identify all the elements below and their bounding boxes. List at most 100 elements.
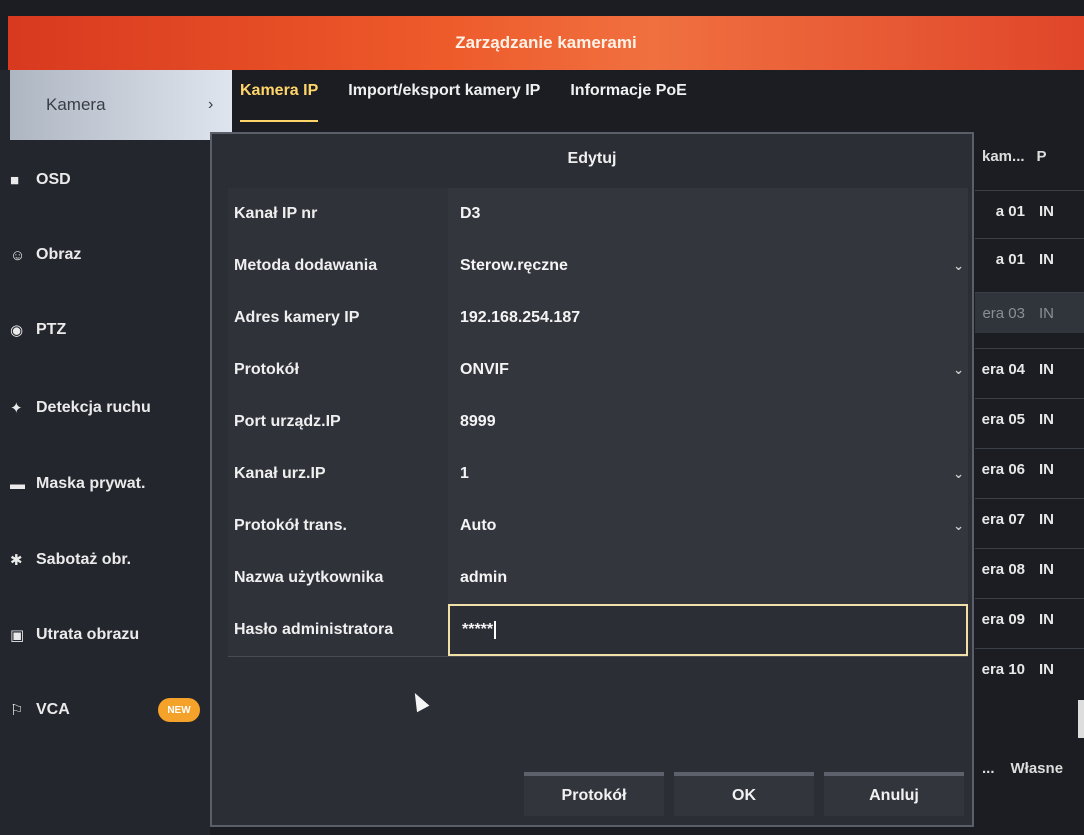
field-label: Hasło administratora <box>228 604 448 656</box>
field-row-device-channel: Kanał urz.IP 1 ⌄ <box>228 448 968 501</box>
port-input[interactable]: 8999 <box>448 396 968 448</box>
chevron-down-icon[interactable]: ⌄ <box>953 362 964 378</box>
protocol-button[interactable]: Protokół <box>524 772 664 816</box>
column-header-protocol: P <box>1036 148 1047 165</box>
dialog-buttons: Protokół OK Anuluj <box>524 772 964 816</box>
camera-row[interactable]: a 01 IN <box>975 190 1084 231</box>
field-row-channel: Kanał IP nr D3 <box>228 188 968 241</box>
camera-row[interactable]: era 09 IN <box>975 598 1084 639</box>
list-footer: ... Własne <box>982 760 1063 777</box>
sidebar-item-label: Kamera <box>46 95 106 114</box>
camera-name: era 08 <box>981 560 1025 578</box>
image-icon: ☺ <box>10 246 26 264</box>
ok-button[interactable]: OK <box>674 772 814 816</box>
field-row-transport-protocol: Protokół trans. Auto ⌄ <box>228 500 968 553</box>
add-method-select[interactable]: Sterow.ręczne ⌄ <box>448 240 968 292</box>
camera-name: a 01 <box>995 250 1025 268</box>
select-value: Sterow.ręczne <box>460 257 568 274</box>
sidebar-item-vca[interactable]: ⚐ VCA NEW <box>0 690 210 730</box>
chevron-down-icon[interactable]: ⌄ <box>953 466 964 482</box>
transport-protocol-select[interactable]: Auto ⌄ <box>448 500 968 552</box>
ip-address-input[interactable]: 192.168.254.187 <box>448 292 968 344</box>
camera-protocol: IN <box>1039 410 1054 428</box>
camera-name: era 07 <box>981 510 1025 528</box>
camera-protocol: IN <box>1039 460 1054 478</box>
chevron-down-icon[interactable]: ⌄ <box>953 258 964 274</box>
tamper-icon: ✱ <box>10 552 23 569</box>
field-row-password: Hasło administratora ***** <box>228 604 968 657</box>
sidebar-item-label: Obraz <box>36 246 82 263</box>
text-caret <box>494 621 497 639</box>
field-label: Kanał urz.IP <box>228 448 448 500</box>
field-label: Kanał IP nr <box>228 188 448 240</box>
field-label: Nazwa użytkownika <box>228 552 448 604</box>
sidebar-item-kamera[interactable]: Kamera › <box>10 70 232 140</box>
select-value: ONVIF <box>460 361 509 378</box>
tab-kamera-ip[interactable]: Kamera IP <box>240 82 319 122</box>
scrollbar[interactable] <box>1078 700 1084 738</box>
camera-list-header: kam... P <box>982 148 1084 182</box>
sidebar-item-detekcja-ruchu[interactable]: ✦ Detekcja ruchu <box>0 388 210 428</box>
field-row-username: Nazwa użytkownika admin <box>228 552 968 605</box>
field-label: Metoda dodawania <box>228 240 448 292</box>
password-input[interactable]: ***** <box>448 604 968 656</box>
window-title: Zarządzanie kamerami <box>8 16 1084 70</box>
column-header-name: kam... <box>982 148 1025 165</box>
field-row-protocol: Protokół ONVIF ⌄ <box>228 344 968 397</box>
camera-name: era 03 <box>982 304 1025 322</box>
select-value: 1 <box>460 465 469 482</box>
cancel-button[interactable]: Anuluj <box>824 772 964 816</box>
camera-name: era 09 <box>981 610 1025 628</box>
ptz-icon: ◉ <box>10 322 24 339</box>
camera-row[interactable]: era 10 IN <box>975 648 1084 689</box>
camera-row[interactable]: era 07 IN <box>975 498 1084 539</box>
chevron-right-icon: › <box>208 96 214 113</box>
sidebar-item-label: Maska prywat. <box>36 475 146 492</box>
camera-protocol: IN <box>1039 250 1054 268</box>
camera-row[interactable]: a 01 IN <box>975 238 1084 279</box>
camera-protocol: IN <box>1039 360 1054 378</box>
sidebar-item-sabotaz[interactable]: ✱ Sabotaż obr. <box>0 540 210 580</box>
camera-name: era 04 <box>981 360 1025 378</box>
vca-icon: ⚐ <box>10 702 24 719</box>
chevron-down-icon[interactable]: ⌄ <box>953 518 964 534</box>
edit-dialog: Edytuj Kanał IP nr D3 Metoda dodawania S… <box>210 132 974 827</box>
device-channel-select[interactable]: 1 ⌄ <box>448 448 968 500</box>
camera-row[interactable]: era 05 IN <box>975 398 1084 439</box>
camera-row[interactable]: era 06 IN <box>975 448 1084 489</box>
camera-protocol: IN <box>1039 510 1054 528</box>
field-label: Adres kamery IP <box>228 292 448 344</box>
camera-row[interactable]: era 03 IN <box>975 292 1084 333</box>
sidebar-item-maska-prywat[interactable]: ▬ Maska prywat. <box>0 464 210 504</box>
more-button[interactable]: ... <box>982 760 995 777</box>
motion-icon: ✦ <box>10 400 23 417</box>
camera-row[interactable]: era 08 IN <box>975 548 1084 589</box>
video-loss-icon: ▣ <box>10 627 25 644</box>
camera-protocol: IN <box>1039 610 1054 628</box>
sidebar-item-ptz[interactable]: ◉ PTZ <box>0 310 210 350</box>
channel-value: D3 <box>448 188 968 240</box>
sidebar-item-label: OSD <box>36 171 71 188</box>
sidebar-item-label: Sabotaż obr. <box>36 551 132 568</box>
camera-row[interactable]: era 04 IN <box>975 348 1084 389</box>
username-input[interactable]: admin <box>448 552 968 604</box>
sidebar-item-label: Detekcja ruchu <box>36 399 151 416</box>
dialog-title: Edytuj <box>567 150 617 167</box>
password-mask: ***** <box>462 621 494 638</box>
sidebar-item-utrata-obrazu[interactable]: ▣ Utrata obrazu <box>0 615 210 655</box>
field-label: Protokół trans. <box>228 500 448 552</box>
tab-import-export[interactable]: Import/eksport kamery IP <box>348 82 540 122</box>
sidebar-item-osd[interactable]: ■ OSD <box>0 160 210 200</box>
custom-button[interactable]: Własne <box>1011 760 1064 777</box>
field-row-add-method: Metoda dodawania Sterow.ręczne ⌄ <box>228 240 968 293</box>
field-label: Protokół <box>228 344 448 396</box>
sidebar-item-label: VCA <box>36 701 70 718</box>
camera-name: a 01 <box>995 202 1025 220</box>
camera-name: era 10 <box>981 660 1025 678</box>
protocol-select[interactable]: ONVIF ⌄ <box>448 344 968 396</box>
tab-bar: Kamera IP Import/eksport kamery IP Infor… <box>240 82 687 122</box>
field-row-port: Port urządz.IP 8999 <box>228 396 968 449</box>
sidebar-item-obraz[interactable]: ☺ Obraz <box>0 235 210 275</box>
field-label: Port urządz.IP <box>228 396 448 448</box>
tab-poe-info[interactable]: Informacje PoE <box>570 82 686 122</box>
